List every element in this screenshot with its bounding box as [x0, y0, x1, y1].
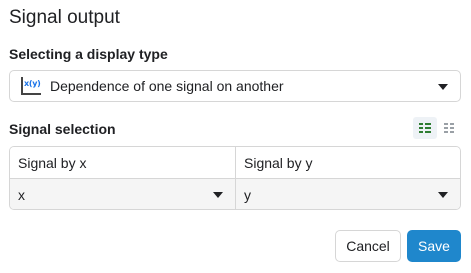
- column-header-signal-y: Signal by y: [235, 147, 460, 178]
- save-button[interactable]: Save: [407, 230, 461, 262]
- layout-toggle: [413, 117, 461, 139]
- chevron-down-icon: [438, 192, 448, 198]
- column-header-signal-x: Signal by x: [18, 154, 87, 171]
- display-type-value: Dependence of one signal on another: [50, 78, 284, 94]
- signal-y-value: y: [244, 187, 251, 203]
- signal-y-select[interactable]: y: [235, 179, 460, 209]
- cancel-button[interactable]: Cancel: [335, 230, 401, 262]
- display-type-select[interactable]: x(y) Dependence of one signal on another: [9, 70, 461, 102]
- table-row: x y: [10, 179, 460, 209]
- xy-dependence-icon: x(y): [21, 77, 41, 95]
- chevron-down-icon: [213, 192, 223, 198]
- signal-table: Signal by x Signal by y x y: [9, 146, 461, 210]
- rows-layout-icon[interactable]: [413, 117, 437, 139]
- signal-selection-heading: Signal selection: [9, 121, 116, 137]
- chevron-down-icon: [438, 84, 448, 90]
- dialog-title: Signal output: [9, 7, 120, 28]
- signal-x-select[interactable]: x: [10, 179, 235, 209]
- display-type-label: Selecting a display type: [9, 46, 168, 62]
- columns-layout-icon[interactable]: [437, 117, 461, 139]
- table-header-row: Signal by x Signal by y: [10, 147, 460, 179]
- signal-x-value: x: [18, 187, 25, 203]
